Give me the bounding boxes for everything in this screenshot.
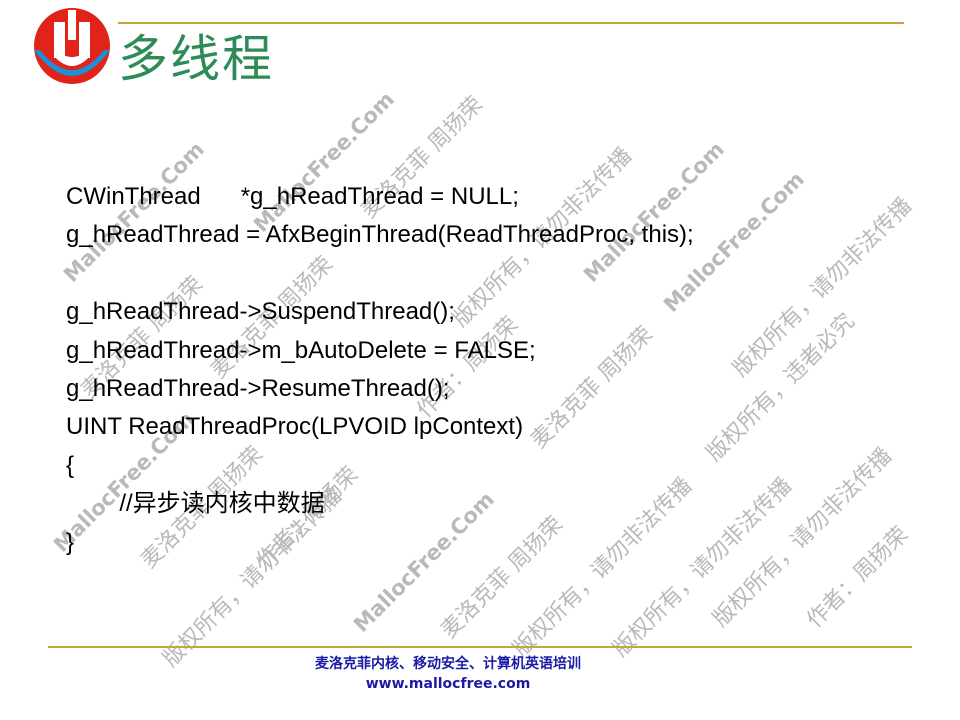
footer-tagline: 麦洛克菲内核、移动安全、计算机英语培训 <box>315 656 581 672</box>
slide-title: 多线程 <box>118 30 274 88</box>
code-line: //异步读内核中数据 <box>66 490 325 518</box>
code-line: { <box>66 451 75 479</box>
code-line: g_hReadThread->m_bAutoDelete = FALSE; <box>66 336 536 364</box>
code-block: CWinThread *g_hReadThread = NULL; g_hRea… <box>66 178 694 562</box>
watermark-rights: 版权所有，请勿非法传播 <box>728 193 918 383</box>
footer-website: www.mallocfree.com <box>365 676 531 692</box>
header-rule <box>118 22 904 24</box>
code-line: g_hReadThread = AfxBeginThread(ReadThrea… <box>66 221 694 249</box>
code-line: g_hReadThread->ResumeThread(); <box>66 374 450 402</box>
footer: 麦洛克菲内核、移动安全、计算机英语培训 www.mallocfree.com <box>0 654 896 694</box>
code-line: } <box>66 528 75 556</box>
watermark-rights-short: 版权所有，违者必究 <box>701 308 860 467</box>
footer-rule <box>48 646 912 648</box>
watermark-author-title: 作者：周扬荣 <box>802 522 914 634</box>
watermark-rights: 版权所有，请勿非法传播 <box>708 443 898 633</box>
mallocfree-logo-icon <box>24 6 120 90</box>
code-line: UINT ReadThreadProc(LPVOID lpContext) <box>66 413 524 441</box>
code-line: CWinThread *g_hReadThread = NULL; <box>66 183 519 210</box>
code-line: g_hReadThread->SuspendThread(); <box>66 298 455 326</box>
